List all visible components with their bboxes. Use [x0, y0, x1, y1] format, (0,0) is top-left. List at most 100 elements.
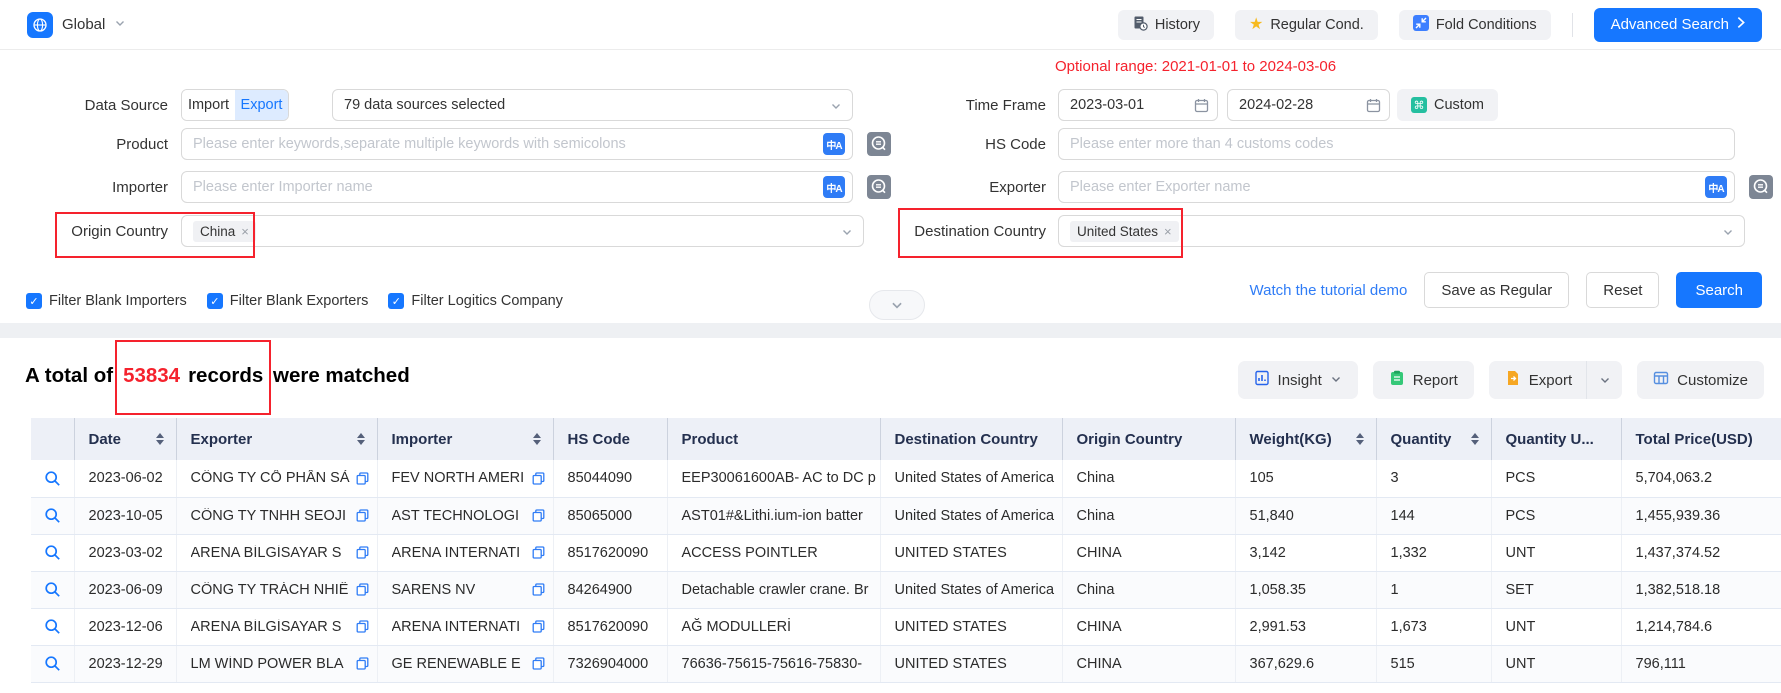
view-record-icon[interactable] [44, 507, 61, 524]
remove-icon[interactable]: × [241, 225, 249, 238]
trade-data-app: Global History ★ Regular Cond. Fold Cond… [0, 0, 1781, 693]
sort-asc-icon[interactable] [357, 433, 365, 438]
checkbox-checked-icon[interactable]: ✓ [207, 293, 223, 309]
sort-icon[interactable] [156, 433, 164, 445]
cell-total-price: 1,437,374.52 [1621, 534, 1781, 571]
import-toggle[interactable]: Import [182, 90, 235, 120]
copy-icon[interactable] [356, 583, 369, 596]
custom-range-button[interactable]: ⌘ Custom [1397, 89, 1498, 121]
save-as-regular-button[interactable]: Save as Regular [1424, 272, 1569, 308]
destination-country-select[interactable]: United States × [1058, 215, 1745, 247]
copy-icon[interactable] [356, 472, 369, 485]
copy-icon[interactable] [532, 583, 545, 596]
history-button[interactable]: History [1118, 10, 1214, 40]
sort-icon[interactable] [1471, 433, 1479, 445]
cell-quantity-unit: PCS [1491, 497, 1621, 534]
copy-icon[interactable] [532, 472, 545, 485]
chip-label: United States [1077, 224, 1158, 239]
checkbox-checked-icon[interactable]: ✓ [388, 293, 404, 309]
regular-cond-button[interactable]: ★ Regular Cond. [1235, 10, 1378, 40]
region-selector[interactable]: Global [27, 12, 126, 38]
copy-icon[interactable] [356, 509, 369, 522]
column-header-exporter[interactable]: Exporter [176, 418, 377, 460]
view-record-icon[interactable] [44, 470, 61, 487]
exact-match-icon[interactable] [1749, 175, 1773, 199]
importer-name[interactable]: SARENS NV [392, 582, 476, 598]
checkbox-checked-icon[interactable]: ✓ [26, 293, 42, 309]
importer-name[interactable]: FEV NORTH AMERI [392, 470, 525, 486]
sort-desc-icon[interactable] [1471, 440, 1479, 445]
advanced-search-button[interactable]: Advanced Search [1594, 8, 1762, 42]
report-button[interactable]: Report [1373, 361, 1474, 399]
exporter-name[interactable]: CÔNG TY CỔ PHẦN SẢ [191, 470, 350, 486]
total-suffix: were matched [273, 364, 410, 387]
exporter-input[interactable] [1058, 171, 1735, 203]
importer-name[interactable]: GE RENEWABLE E [392, 656, 521, 672]
exact-match-icon[interactable] [867, 175, 891, 199]
filter-logistics-company-checkbox[interactable]: ✓ Filter Logitics Company [388, 293, 563, 309]
view-record-icon[interactable] [44, 618, 61, 635]
fold-conditions-button[interactable]: Fold Conditions [1399, 10, 1551, 40]
filter-blank-exporters-checkbox[interactable]: ✓ Filter Blank Exporters [207, 293, 369, 309]
insight-button[interactable]: Insight [1238, 361, 1358, 399]
copy-icon[interactable] [532, 546, 545, 559]
end-date-field[interactable] [1227, 89, 1390, 121]
sort-desc-icon[interactable] [1356, 440, 1364, 445]
product-input[interactable] [181, 128, 853, 160]
view-record-icon[interactable] [44, 581, 61, 598]
translate-icon[interactable]: 中A [823, 133, 845, 155]
sort-desc-icon[interactable] [533, 440, 541, 445]
importer-input[interactable] [181, 171, 853, 203]
exporter-name[interactable]: CÔNG TY TRÁCH NHIÊ [191, 582, 349, 598]
copy-icon[interactable] [532, 657, 545, 670]
translate-icon[interactable]: 中A [823, 176, 845, 198]
tutorial-link[interactable]: Watch the tutorial demo [1250, 282, 1408, 299]
column-header-weight[interactable]: Weight(KG) [1235, 418, 1376, 460]
exporter-name[interactable]: LM WİND POWER BLA [191, 656, 344, 672]
copy-icon[interactable] [356, 657, 369, 670]
translate-icon[interactable]: 中A [1705, 176, 1727, 198]
column-header-date[interactable]: Date [74, 418, 176, 460]
collapse-conditions-toggle[interactable] [869, 290, 925, 320]
customize-button[interactable]: Customize [1637, 361, 1764, 399]
cell-importer: FEV NORTH AMERI [377, 460, 553, 497]
copy-icon[interactable] [532, 620, 545, 633]
sort-asc-icon[interactable] [1356, 433, 1364, 438]
sort-desc-icon[interactable] [156, 440, 164, 445]
check-icon: ✓ [210, 295, 219, 308]
hs-code-input[interactable] [1058, 128, 1735, 160]
export-toggle[interactable]: Export [235, 90, 288, 120]
exporter-name[interactable]: CÔNG TY TNHH SEOJI [191, 508, 347, 524]
reset-button[interactable]: Reset [1586, 272, 1659, 308]
chevron-right-icon [1737, 16, 1745, 33]
importer-name[interactable]: ARENA INTERNATI [392, 619, 521, 635]
exact-match-icon[interactable] [867, 132, 891, 156]
copy-icon[interactable] [532, 509, 545, 522]
column-header-quantity[interactable]: Quantity [1376, 418, 1491, 460]
exporter-name[interactable]: ARENA BİLGİSAYAR S [191, 619, 342, 635]
importer-name[interactable]: ARENA INTERNATI [392, 545, 521, 561]
export-button[interactable]: Export [1489, 361, 1622, 399]
sort-icon[interactable] [1356, 433, 1364, 445]
exporter-name[interactable]: ARENA BİLGİSAYAR S [191, 545, 342, 561]
column-header-importer[interactable]: Importer [377, 418, 553, 460]
view-record-icon[interactable] [44, 655, 61, 672]
view-record-icon[interactable] [44, 544, 61, 561]
remove-icon[interactable]: × [1164, 225, 1172, 238]
search-button[interactable]: Search [1676, 272, 1762, 308]
sort-asc-icon[interactable] [156, 433, 164, 438]
filter-blank-importers-checkbox[interactable]: ✓ Filter Blank Importers [26, 293, 187, 309]
start-date-field[interactable] [1058, 89, 1218, 121]
export-dropdown-toggle[interactable] [1586, 361, 1622, 399]
importer-name[interactable]: AST TECHNOLOGI [392, 508, 520, 524]
cell-quantity-unit: UNT [1491, 645, 1621, 682]
sort-icon[interactable] [357, 433, 365, 445]
origin-country-select[interactable]: China × [181, 215, 864, 247]
sort-icon[interactable] [533, 433, 541, 445]
data-sources-select[interactable]: 79 data sources selected [332, 89, 853, 121]
copy-icon[interactable] [356, 546, 369, 559]
sort-asc-icon[interactable] [1471, 433, 1479, 438]
sort-asc-icon[interactable] [533, 433, 541, 438]
copy-icon[interactable] [356, 620, 369, 633]
sort-desc-icon[interactable] [357, 440, 365, 445]
